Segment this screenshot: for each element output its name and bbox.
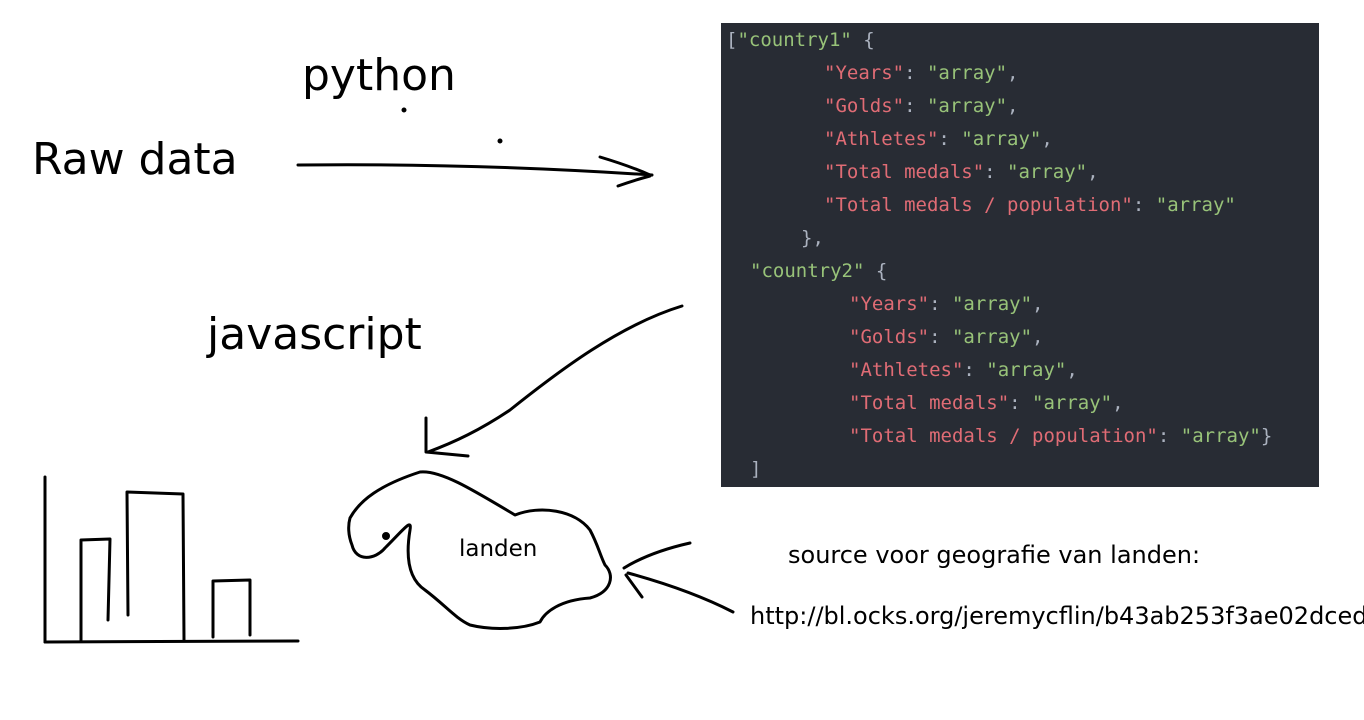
arrow-raw-to-json <box>296 155 654 188</box>
json-structure-code-block: ["country1" { "Years": "array", "Golds":… <box>721 23 1319 487</box>
code-key: "Total medals" <box>824 161 985 183</box>
code-value: "array" <box>926 62 1008 84</box>
code-key: "Athletes" <box>824 128 939 150</box>
code-punct: [ <box>726 29 738 51</box>
code-punct: , <box>1032 326 1044 348</box>
code-line: "country2" { <box>750 262 887 281</box>
code-punct: }, <box>801 227 824 249</box>
code-line: "Total medals / population": "array"} <box>849 427 1272 446</box>
map-dot <box>382 532 390 540</box>
code-line: "Athletes": "array", <box>824 130 1053 149</box>
code-key: "Athletes" <box>849 359 964 381</box>
code-key: "Total medals / population" <box>824 194 1133 216</box>
code-punct: , <box>1041 128 1053 150</box>
code-punct: { <box>863 29 875 51</box>
code-punct: , <box>1112 392 1124 414</box>
code-punct: } <box>1260 425 1273 447</box>
code-key: "Years" <box>824 62 905 84</box>
code-punct: { <box>875 260 888 282</box>
code-key: "Total medals / population" <box>849 425 1158 447</box>
code-line: "Years": "array", <box>824 64 1019 83</box>
code-line: }, <box>801 229 824 248</box>
javascript-label: javascript <box>207 309 422 360</box>
speck <box>497 138 503 144</box>
code-value: "array" <box>951 293 1033 315</box>
code-punct: : <box>963 359 987 381</box>
code-punct: : <box>1157 425 1181 447</box>
code-punct: , <box>1007 62 1019 84</box>
code-line: "Golds": "array", <box>824 97 1019 116</box>
code-line: "Total medals": "array", <box>824 163 1099 182</box>
code-line: "Total medals / population": "array" <box>824 196 1236 215</box>
python-label: python <box>302 50 456 101</box>
raw-data-label: Raw data <box>32 134 238 185</box>
code-punct: : <box>984 161 1008 183</box>
code-line: "Athletes": "array", <box>849 361 1078 380</box>
code-line: "Golds": "array", <box>849 328 1044 347</box>
code-country-2: "country2" <box>750 260 865 282</box>
source-url: http://bl.ocks.org/jeremycflin/b43ab253f… <box>750 602 1364 630</box>
code-country-1: "country1" <box>737 29 852 51</box>
code-value: "array" <box>1155 194 1236 216</box>
code-value: "array" <box>986 359 1067 381</box>
code-line: ["country1" { <box>726 31 875 50</box>
source-caption: source voor geografie van landen: <box>788 541 1201 569</box>
code-punct: , <box>1087 161 1099 183</box>
code-punct: : <box>1132 194 1156 216</box>
arrow-json-to-javascript <box>424 304 684 458</box>
code-key: "Golds" <box>849 326 930 348</box>
code-punct: : <box>929 293 952 315</box>
code-punct: : <box>904 95 927 117</box>
code-punct: : <box>1009 392 1033 414</box>
code-line: "Total medals": "array", <box>849 394 1124 413</box>
map-label: landen <box>459 536 538 562</box>
code-key: "Years" <box>849 293 930 315</box>
code-line: "Years": "array", <box>849 295 1044 314</box>
bar-chart-sketch <box>43 475 300 644</box>
code-key: "Golds" <box>824 95 905 117</box>
code-line: ] <box>750 460 761 479</box>
code-punct: : <box>904 62 927 84</box>
code-key: "Total medals" <box>849 392 1010 414</box>
code-value: "array" <box>1032 392 1113 414</box>
speck <box>401 107 407 113</box>
code-value: "array" <box>1007 161 1088 183</box>
arrow-source-to-map <box>622 541 735 614</box>
code-value: "array" <box>1180 425 1261 447</box>
code-value: "array" <box>926 95 1008 117</box>
code-punct: , <box>1066 359 1078 381</box>
code-value: "array" <box>951 326 1033 348</box>
code-punct: , <box>1032 293 1044 315</box>
code-punct: , <box>1007 95 1019 117</box>
code-value: "array" <box>961 128 1042 150</box>
code-punct: : <box>938 128 962 150</box>
code-punct: : <box>929 326 952 348</box>
code-punct: ] <box>750 458 762 480</box>
